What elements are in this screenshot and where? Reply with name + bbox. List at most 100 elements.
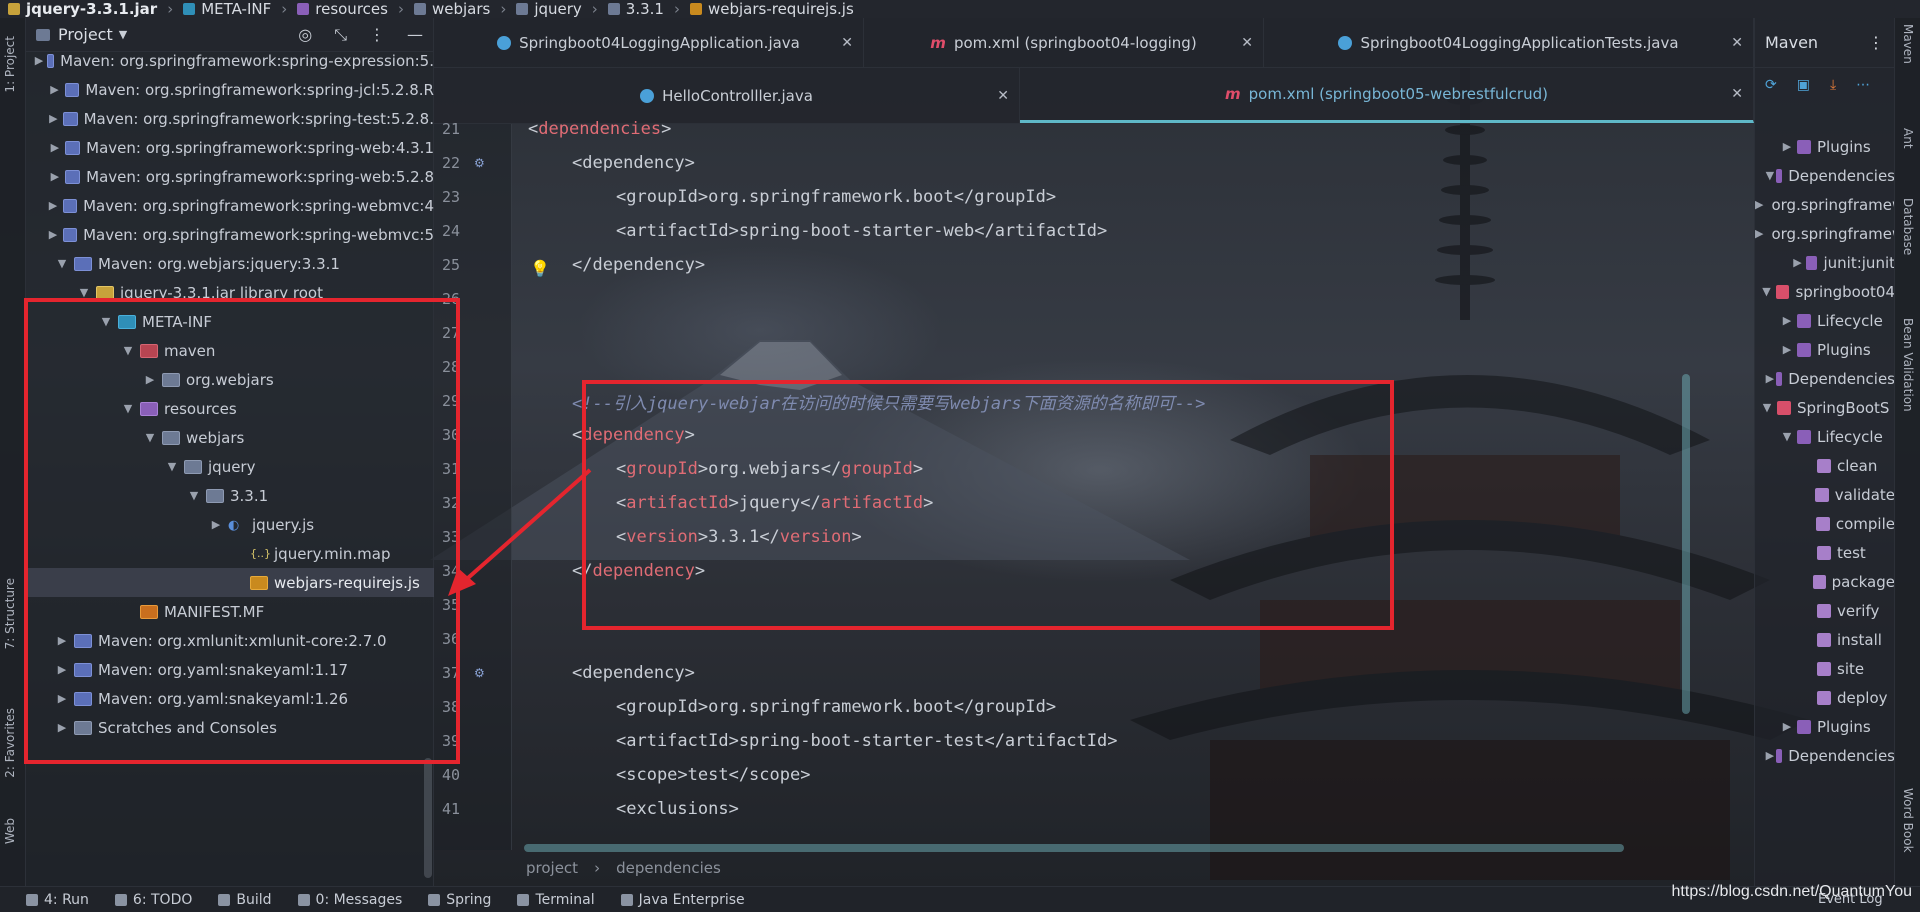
chevron-right-icon[interactable]: ▶ xyxy=(35,54,43,67)
favorites-tool-tab[interactable]: 2: Favorites xyxy=(3,708,17,778)
maven-tree-item[interactable]: ▼ SpringBootS xyxy=(1755,393,1895,422)
maven-tree-item[interactable]: test xyxy=(1755,538,1895,567)
status-tool-button[interactable]: Spring xyxy=(428,892,491,908)
maven-tree-item[interactable]: package xyxy=(1755,567,1895,596)
chevron-right-icon[interactable]: ▶ xyxy=(1791,256,1804,269)
add-project-icon[interactable]: ▣ xyxy=(1797,77,1810,93)
tree-item[interactable]: ▶ Maven: org.springframework:spring-expre… xyxy=(26,52,434,75)
maven-tree-item[interactable]: ▶ Dependencies xyxy=(1755,741,1895,770)
chevron-down-icon[interactable]: ▼ xyxy=(119,28,127,41)
chevron-down-icon[interactable]: ▼ xyxy=(1759,401,1775,414)
chevron-down-icon[interactable]: ▼ xyxy=(1779,430,1795,443)
ant-tool-tab[interactable]: Ant xyxy=(1901,128,1915,149)
maven-tree-item[interactable]: ▼ Dependencies xyxy=(1755,161,1895,190)
editor-tab[interactable]: Springboot04LoggingApplication.java ✕ xyxy=(434,18,864,67)
maven-tree-item[interactable]: ▶ Lifecycle xyxy=(1755,306,1895,335)
chevron-right-icon[interactable]: ▶ xyxy=(1755,227,1763,240)
chevron-right-icon[interactable]: ▶ xyxy=(47,199,59,212)
maven-tree-item[interactable]: ▶ org.springframework xyxy=(1755,219,1895,248)
maven-tree-item[interactable]: verify xyxy=(1755,596,1895,625)
maven-tree-item[interactable]: ▼ Lifecycle xyxy=(1755,422,1895,451)
chevron-right-icon[interactable]: ▶ xyxy=(47,228,59,241)
close-icon[interactable]: ✕ xyxy=(997,88,1009,104)
project-tool-tab[interactable]: 1: Project xyxy=(3,36,17,93)
tree-item[interactable]: ▶ Maven: org.springframework:spring-web:5… xyxy=(26,162,434,191)
status-tool-button[interactable]: Terminal xyxy=(517,892,595,908)
status-tool-button[interactable]: 0: Messages xyxy=(297,892,402,908)
maven-dependency-gutter-icon[interactable]: ⚙ xyxy=(474,156,485,170)
editor-horizontal-scrollbar[interactable] xyxy=(524,844,1624,852)
breadcrumb-item[interactable]: 3.3.1 xyxy=(607,0,664,18)
editor-tab[interactable]: Springboot04LoggingApplicationTests.java… xyxy=(1264,18,1754,67)
word-book-tool-tab[interactable]: Word Book xyxy=(1901,788,1915,853)
maven-tree-item[interactable]: ▶ Dependencies xyxy=(1755,364,1895,393)
maven-tool-tab[interactable]: Maven xyxy=(1901,24,1915,64)
close-icon[interactable]: ✕ xyxy=(1241,35,1253,51)
locate-target-icon[interactable]: ◎ xyxy=(298,25,312,44)
tree-item[interactable]: ▶ Maven: org.springframework:spring-webmv… xyxy=(26,220,434,249)
breadcrumb-item[interactable]: resources xyxy=(297,0,388,18)
breadcrumb-item[interactable]: webjars xyxy=(413,0,490,18)
chevron-right-icon[interactable]: ▶ xyxy=(1779,720,1795,733)
collapse-all-icon[interactable]: ⤡ xyxy=(334,25,347,45)
web-tool-tab[interactable]: Web xyxy=(3,818,17,844)
close-icon[interactable]: ✕ xyxy=(1731,86,1743,102)
maven-tree-item[interactable]: site xyxy=(1755,654,1895,683)
project-scrollbar[interactable] xyxy=(424,758,432,878)
maven-tree-item[interactable]: ▼ springboot04 xyxy=(1755,277,1895,306)
lightbulb-icon[interactable]: 💡 xyxy=(530,259,550,278)
breadcrumb-item[interactable]: META-INF xyxy=(183,0,271,18)
more-options-icon[interactable]: ⋮ xyxy=(369,25,385,44)
chevron-down-icon[interactable]: ▼ xyxy=(1759,285,1774,298)
maven-tree-item[interactable]: deploy xyxy=(1755,683,1895,712)
structure-tool-tab[interactable]: 7: Structure xyxy=(3,578,17,649)
maven-tree-item[interactable]: install xyxy=(1755,625,1895,654)
editor-tab[interactable]: m pom.xml (springboot04-logging) ✕ xyxy=(864,18,1264,67)
status-tool-button[interactable]: Java Enterprise xyxy=(620,892,745,908)
editor-vertical-scrollbar[interactable] xyxy=(1682,374,1690,714)
editor-breadcrumb-item[interactable]: project xyxy=(526,859,578,877)
breadcrumb-item[interactable]: jquery-3.3.1.jar xyxy=(8,0,157,18)
tree-item[interactable]: ▶ Maven: org.springframework:spring-web:4… xyxy=(26,133,434,162)
database-tool-tab[interactable]: Database xyxy=(1901,198,1915,255)
chevron-right-icon[interactable]: ▶ xyxy=(47,112,59,125)
breadcrumb-item[interactable]: webjars-requirejs.js xyxy=(689,0,854,18)
chevron-right-icon[interactable]: ▶ xyxy=(1766,372,1774,385)
maven-tree-item[interactable]: validate xyxy=(1755,480,1895,509)
maven-tree-item[interactable]: ▶ junit:junit xyxy=(1755,248,1895,277)
maven-dependency-gutter-icon[interactable]: ⚙ xyxy=(474,666,485,680)
tree-item[interactable]: ▼ Maven: org.webjars:jquery:3.3.1 xyxy=(26,249,434,278)
maven-tree-item[interactable]: clean xyxy=(1755,451,1895,480)
bean-validation-tool-tab[interactable]: Bean Validation xyxy=(1901,318,1915,412)
maven-tree-item[interactable]: ▶ org.springframework xyxy=(1755,190,1895,219)
status-tool-button[interactable]: Build xyxy=(218,892,272,908)
maven-tree-item[interactable]: ▶ Plugins xyxy=(1755,132,1895,161)
chevron-down-icon[interactable]: ▼ xyxy=(54,257,70,270)
hide-panel-icon[interactable]: — xyxy=(407,25,423,44)
status-tool-button[interactable]: 4: Run xyxy=(26,892,89,908)
editor-breadcrumb-item[interactable]: dependencies xyxy=(616,859,721,877)
chevron-down-icon[interactable]: ▼ xyxy=(1766,169,1774,182)
breadcrumb-item[interactable]: jquery xyxy=(516,0,582,18)
tree-item[interactable]: ▶ Maven: org.springframework:spring-test:… xyxy=(26,104,434,133)
close-icon[interactable]: ✕ xyxy=(1731,35,1743,51)
chevron-right-icon[interactable]: ▶ xyxy=(48,170,61,183)
maven-tree-item[interactable]: ▶ Plugins xyxy=(1755,335,1895,364)
tree-item[interactable]: ▶ Maven: org.springframework:spring-jcl:5… xyxy=(26,75,434,104)
download-icon[interactable]: ⤓ xyxy=(1830,77,1836,93)
tree-item[interactable]: ▶ Maven: org.springframework:spring-webmv… xyxy=(26,191,434,220)
chevron-right-icon[interactable]: ▶ xyxy=(1755,198,1763,211)
maven-tree-item[interactable]: ▶ Plugins xyxy=(1755,712,1895,741)
chevron-right-icon[interactable]: ▶ xyxy=(48,83,61,96)
close-icon[interactable]: ✕ xyxy=(841,35,853,51)
chevron-right-icon[interactable]: ▶ xyxy=(1779,343,1795,356)
maven-tree-item[interactable]: compile xyxy=(1755,509,1895,538)
reload-icon[interactable]: ⟳ xyxy=(1765,77,1777,93)
chevron-right-icon[interactable]: ▶ xyxy=(1779,140,1795,153)
status-tool-button[interactable]: 6: TODO xyxy=(114,892,192,908)
more-icon[interactable]: ⋯ xyxy=(1856,77,1870,93)
project-panel-title[interactable]: Project xyxy=(58,25,113,44)
chevron-right-icon[interactable]: ▶ xyxy=(1766,749,1774,762)
chevron-right-icon[interactable]: ▶ xyxy=(48,141,61,154)
chevron-right-icon[interactable]: ▶ xyxy=(1779,314,1795,327)
